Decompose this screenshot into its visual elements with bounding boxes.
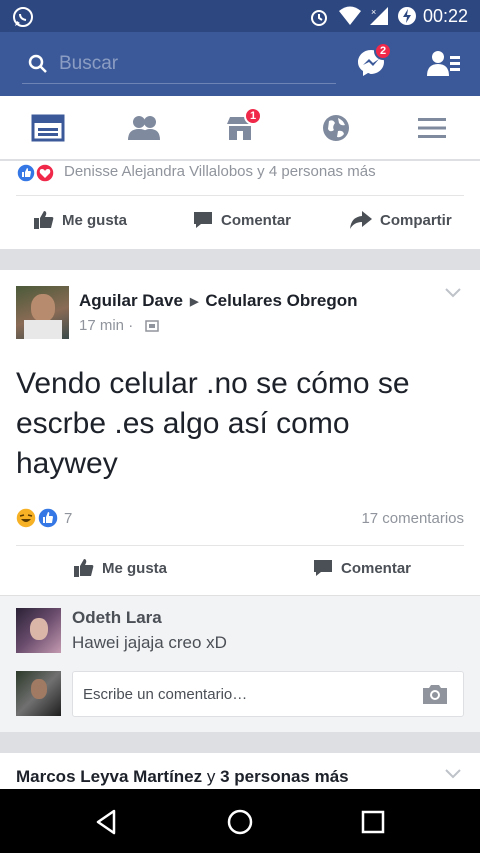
like-label: Me gusta bbox=[62, 211, 128, 229]
comments-count[interactable]: 17 comentarios bbox=[361, 510, 464, 527]
whatsapp-icon bbox=[13, 7, 33, 27]
comment-button[interactable]: Comentar bbox=[193, 211, 291, 229]
next-post-author[interactable]: Marcos Leyva Martínez bbox=[16, 767, 202, 786]
comment-label: Comentar bbox=[221, 211, 292, 229]
recents-icon[interactable] bbox=[361, 810, 385, 834]
friend-requests-button[interactable] bbox=[426, 48, 462, 80]
next-post-connector: y bbox=[206, 767, 216, 786]
tab-notifications[interactable] bbox=[288, 96, 384, 160]
alarm-icon bbox=[311, 10, 327, 26]
svg-text:×: × bbox=[371, 7, 376, 17]
share-button[interactable]: Compartir bbox=[350, 211, 452, 229]
post-time[interactable]: 17 min · bbox=[79, 317, 133, 334]
battery-saver-icon bbox=[398, 7, 416, 25]
thumbs-up-icon bbox=[34, 211, 54, 229]
chevron-down-icon[interactable] bbox=[444, 768, 462, 780]
share-label: Compartir bbox=[380, 211, 452, 229]
marketplace-badge: 1 bbox=[244, 107, 262, 125]
comment-author[interactable]: Odeth Lara bbox=[72, 608, 162, 628]
camera-icon[interactable] bbox=[421, 683, 449, 705]
home-icon[interactable] bbox=[226, 808, 254, 836]
clock: 00:22 bbox=[423, 6, 469, 26]
friends-icon bbox=[128, 116, 160, 140]
comment-icon bbox=[194, 212, 212, 228]
comment-label: Comentar bbox=[341, 559, 412, 577]
comments-section: Odeth Lara Hawei jajaja creo xD Escribe … bbox=[0, 595, 480, 732]
globe-icon bbox=[323, 115, 349, 141]
reaction-icons bbox=[16, 163, 55, 183]
chevron-down-icon[interactable] bbox=[444, 287, 462, 299]
signal-icon: × bbox=[370, 7, 388, 25]
comment-input[interactable]: Escribe un comentario… bbox=[72, 671, 464, 717]
messenger-button[interactable]: 2 bbox=[356, 42, 392, 80]
tab-menu[interactable] bbox=[384, 96, 480, 160]
next-post-card: Marcos Leyva Martínez y 3 personas más bbox=[0, 753, 480, 789]
comment-button[interactable]: Comentar bbox=[313, 559, 411, 577]
comment-placeholder: Escribe un comentario… bbox=[83, 686, 248, 703]
like-button[interactable]: Me gusta bbox=[34, 211, 127, 229]
status-bar: × 00:22 bbox=[0, 0, 480, 32]
reactions-summary[interactable]: Denisse Alejandra Villalobos y 4 persona… bbox=[64, 163, 376, 180]
author-avatar[interactable] bbox=[16, 286, 69, 339]
author-name[interactable]: Aguilar Dave bbox=[79, 291, 183, 311]
reaction-count[interactable]: 7 bbox=[64, 510, 72, 527]
friend-requests-icon bbox=[427, 51, 460, 76]
comment-icon bbox=[314, 560, 332, 576]
search-input[interactable]: Buscar bbox=[22, 44, 336, 84]
search-placeholder: Buscar bbox=[59, 53, 119, 74]
tab-bar: 1 bbox=[0, 96, 480, 160]
messenger-badge: 2 bbox=[374, 42, 392, 60]
group-name[interactable]: Celulares Obregon bbox=[205, 291, 357, 311]
tab-friends[interactable] bbox=[96, 96, 192, 160]
post-card: Aguilar Dave ▶ Celulares Obregon 17 min … bbox=[0, 270, 480, 595]
share-icon bbox=[350, 211, 372, 229]
arrow-right-icon: ▶ bbox=[189, 295, 199, 308]
next-post-others[interactable]: 3 personas más bbox=[220, 767, 349, 786]
commenter-avatar[interactable] bbox=[16, 608, 61, 653]
current-user-avatar bbox=[16, 671, 61, 716]
search-icon bbox=[28, 54, 47, 73]
tab-news-feed[interactable] bbox=[0, 96, 96, 160]
news-feed-icon bbox=[31, 114, 65, 142]
thumbs-up-icon bbox=[74, 559, 94, 577]
wifi-icon bbox=[339, 6, 361, 25]
system-nav-bar bbox=[0, 789, 480, 853]
divider bbox=[16, 545, 464, 546]
divider bbox=[16, 195, 464, 196]
post-header: Aguilar Dave ▶ Celulares Obregon bbox=[79, 291, 358, 311]
like-button[interactable]: Me gusta bbox=[74, 559, 167, 577]
previous-post-card: Denisse Alejandra Villalobos y 4 persona… bbox=[0, 161, 480, 249]
back-icon[interactable] bbox=[94, 809, 120, 835]
comment-text: Hawei jajaja creo xD bbox=[72, 633, 227, 652]
reaction-icons bbox=[15, 507, 59, 529]
next-post-header: Marcos Leyva Martínez y 3 personas más bbox=[16, 767, 349, 787]
hamburger-menu-icon bbox=[418, 118, 446, 138]
like-label: Me gusta bbox=[102, 559, 168, 577]
tab-marketplace[interactable]: 1 bbox=[192, 96, 288, 160]
post-text: Vendo celular .no se cómo se escrbe .es … bbox=[16, 367, 410, 480]
group-audience-icon bbox=[145, 320, 159, 332]
